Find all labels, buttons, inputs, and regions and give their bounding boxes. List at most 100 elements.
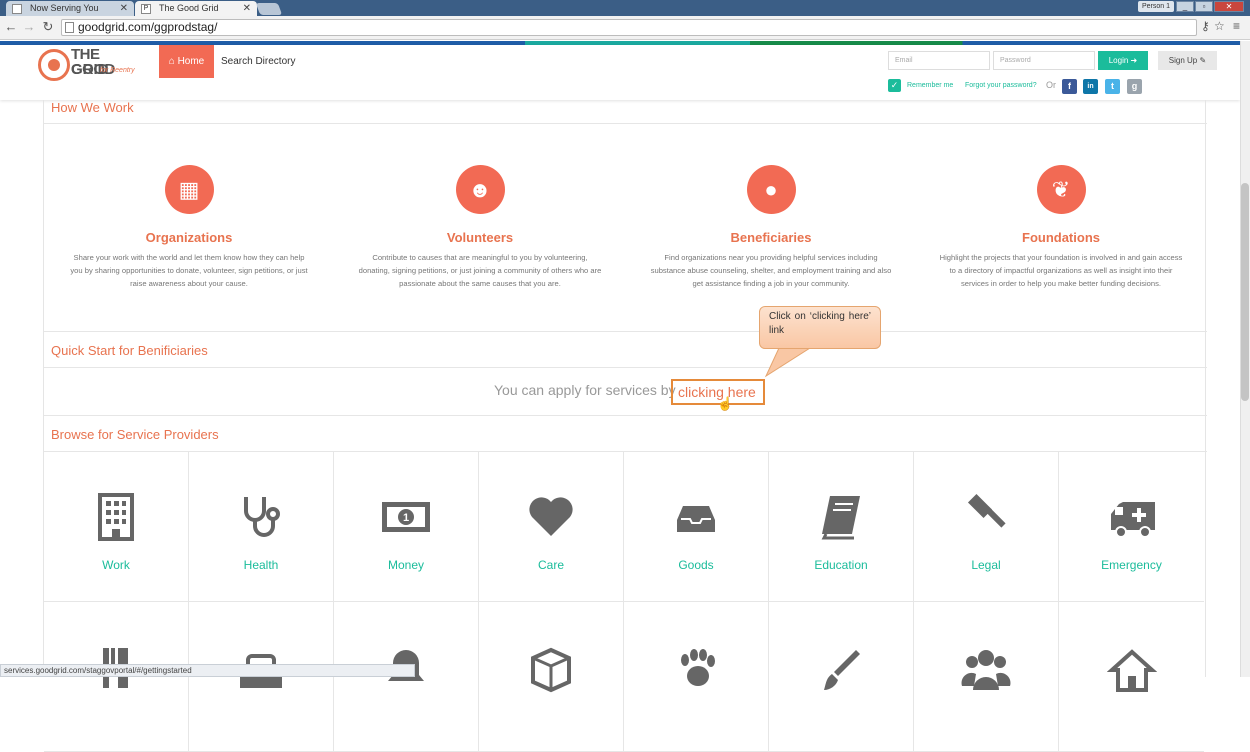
- browser-tab-now-serving[interactable]: Now Serving You ✕: [6, 1, 134, 16]
- site-logo[interactable]: THE GOOD GRID for Reentry: [38, 47, 138, 87]
- money-icon: 1: [382, 502, 430, 532]
- minimize-icon[interactable]: _: [1176, 1, 1194, 12]
- divider: [44, 123, 1207, 124]
- signup-label: Sign Up: [1168, 56, 1198, 65]
- category-care[interactable]: Care: [479, 452, 624, 602]
- maximize-icon[interactable]: ▫: [1195, 1, 1213, 12]
- divider: [44, 415, 1207, 416]
- profile-button[interactable]: Person 1: [1138, 1, 1174, 12]
- edit-icon: ✎: [1199, 56, 1207, 65]
- signup-button[interactable]: Sign Up ✎: [1158, 51, 1217, 70]
- how-item-title: Beneficiaries: [730, 230, 812, 245]
- sign-in-icon: ➜: [1130, 56, 1138, 65]
- page-icon: [12, 4, 22, 14]
- reload-icon[interactable]: ↻: [40, 19, 56, 35]
- linkedin-icon[interactable]: in: [1083, 79, 1098, 94]
- menu-icon[interactable]: ≡: [1233, 19, 1240, 33]
- category-community[interactable]: [914, 602, 1059, 752]
- stethoscope-icon: [244, 497, 280, 537]
- how-item-desc: Share your work with the world and let t…: [70, 253, 308, 288]
- close-icon[interactable]: ✕: [120, 1, 128, 16]
- category-label: Legal: [971, 558, 1001, 572]
- star-icon[interactable]: ☆: [1214, 19, 1225, 33]
- category-label: Work: [102, 558, 130, 572]
- site-favicon-icon: P: [141, 4, 151, 14]
- page-icon: [65, 22, 74, 33]
- building-icon: ▦: [164, 165, 214, 214]
- category-arts[interactable]: [769, 602, 914, 752]
- group-icon: ☻: [455, 165, 505, 214]
- svg-text:1: 1: [403, 512, 409, 524]
- category-work[interactable]: Work: [44, 452, 189, 602]
- how-item-beneficiaries: ● Beneficiaries Find organizations near …: [641, 165, 901, 290]
- main-content: How We Work ▦ Organizations Share your w…: [43, 100, 1207, 752]
- twitter-icon[interactable]: t: [1105, 79, 1120, 94]
- browser-tab-good-grid[interactable]: P The Good Grid ✕: [135, 1, 257, 16]
- category-label: Goods: [678, 558, 714, 572]
- remember-me-checkbox[interactable]: ✓: [888, 79, 901, 92]
- category-housing[interactable]: [1059, 602, 1204, 752]
- paw-icon: [681, 649, 715, 686]
- brush-icon: [824, 650, 860, 690]
- building-icon: [98, 493, 134, 541]
- category-education[interactable]: Education: [769, 452, 914, 602]
- heart-icon: [529, 497, 573, 536]
- status-bar: services.goodgrid.com/staggovportal/#/ge…: [0, 664, 415, 677]
- how-item-desc: Contribute to causes that are meaningful…: [358, 253, 602, 288]
- book-icon: [821, 496, 860, 540]
- how-item-title: Organizations: [145, 230, 233, 245]
- key-icon[interactable]: ⚷: [1201, 19, 1210, 33]
- category-label: Health: [243, 558, 279, 572]
- address-bar[interactable]: goodgrid.com/ggprodstag/: [61, 19, 1197, 36]
- tab-title: Now Serving You: [30, 3, 99, 13]
- how-item-title: Foundations: [1022, 230, 1100, 245]
- browser-tabstrip: Now Serving You ✕ P The Good Grid ✕ Pers…: [0, 0, 1250, 16]
- category-legal[interactable]: Legal: [914, 452, 1059, 602]
- category-emergency[interactable]: Emergency: [1059, 452, 1204, 602]
- facebook-icon[interactable]: f: [1062, 79, 1077, 94]
- login-label: Login: [1108, 56, 1129, 65]
- how-item-desc: Highlight the projects that your foundat…: [939, 253, 1183, 288]
- how-item-volunteers: ☻ Volunteers Contribute to causes that a…: [350, 165, 610, 290]
- how-item-desc: Find organizations near you providing he…: [650, 253, 892, 288]
- apply-text: You can apply for services by: [494, 382, 676, 398]
- logo-mark-icon: [38, 49, 70, 81]
- category-basket[interactable]: [189, 602, 334, 752]
- category-goods[interactable]: Goods: [624, 452, 769, 602]
- category-health[interactable]: Health: [189, 452, 334, 602]
- email-field[interactable]: Email: [888, 51, 990, 70]
- url-text: goodgrid.com/ggprodstag/: [78, 20, 218, 34]
- nav-search-directory[interactable]: Search Directory: [221, 56, 295, 67]
- window-close-icon[interactable]: ✕: [1214, 1, 1244, 12]
- user-icon: ●: [746, 165, 796, 214]
- how-item-title: Volunteers: [446, 230, 514, 245]
- gavel-icon: [967, 493, 1006, 528]
- close-icon[interactable]: ✕: [243, 1, 251, 16]
- forgot-password-link[interactable]: Forgot your password?: [965, 82, 1037, 89]
- inbox-icon: [677, 506, 715, 532]
- forward-icon[interactable]: →: [21, 19, 37, 34]
- instruction-callout: Click on ‘clicking here’ link: [759, 306, 881, 349]
- password-field[interactable]: Password: [993, 51, 1095, 70]
- group-icon: [961, 650, 1011, 690]
- scrollbar-thumb[interactable]: [1241, 183, 1249, 401]
- login-button[interactable]: Login ➜: [1098, 51, 1148, 70]
- category-packages[interactable]: [479, 602, 624, 752]
- category-pets[interactable]: [624, 602, 769, 752]
- nav-home-button[interactable]: ⌂ Home: [159, 45, 214, 78]
- nav-home-label: Home: [177, 56, 205, 67]
- divider: [44, 367, 1207, 368]
- google-icon[interactable]: g: [1127, 79, 1142, 94]
- category-food[interactable]: [44, 602, 189, 752]
- category-label: Emergency: [1101, 558, 1162, 572]
- back-icon[interactable]: ←: [3, 19, 19, 34]
- category-alerts[interactable]: [334, 602, 479, 752]
- new-tab-button[interactable]: [255, 3, 283, 15]
- tab-title: The Good Grid: [159, 3, 219, 13]
- hand-cursor-icon: ☝: [717, 396, 734, 411]
- category-money[interactable]: 1 Money: [334, 452, 479, 602]
- home-icon: [1106, 649, 1157, 692]
- or-label: Or: [1046, 80, 1056, 90]
- leaf-icon: ❦: [1036, 165, 1086, 214]
- category-label: Care: [537, 558, 564, 572]
